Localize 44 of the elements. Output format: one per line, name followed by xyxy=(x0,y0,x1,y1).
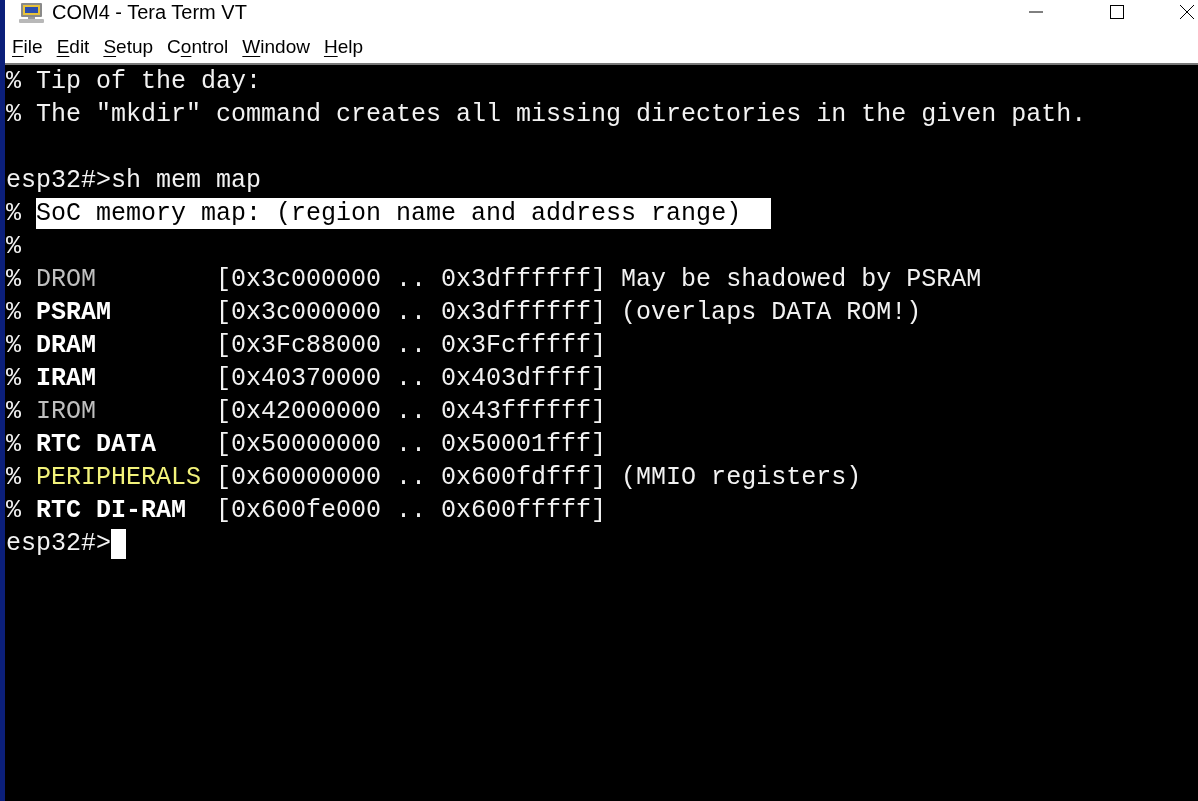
menu-item[interactable]: Window xyxy=(235,33,317,60)
region-name: RTC DATA xyxy=(36,429,157,461)
comment-marker: % xyxy=(6,462,21,494)
region-note: (overlaps DATA ROM!) xyxy=(621,297,922,329)
address-range: [0x42000000 .. 0x43ffffff] xyxy=(216,396,607,428)
terminal-line: % Tip of the day: xyxy=(6,66,262,98)
comment-marker: % xyxy=(6,198,21,230)
region-name: IROM xyxy=(36,396,97,428)
comment-marker: % xyxy=(6,264,21,296)
address-range: [0x60000000 .. 0x600fdfff] xyxy=(216,462,607,494)
region-name: DRAM xyxy=(36,330,97,362)
region-note: May be shadowed by PSRAM xyxy=(621,264,982,296)
region-name: IRAM xyxy=(36,363,97,395)
comment-marker: % xyxy=(6,297,21,329)
terminal-line: esp32#>sh mem map xyxy=(6,165,262,197)
window-title: COM4 - Tera Term VT xyxy=(52,0,247,24)
region-name: PSRAM xyxy=(36,297,112,329)
address-range: [0x50000000 .. 0x50001fff] xyxy=(216,429,607,461)
menu-item[interactable]: File xyxy=(5,33,50,60)
menu-item[interactable]: Setup xyxy=(96,33,161,60)
menu-item[interactable]: Help xyxy=(316,33,371,60)
comment-marker: % xyxy=(6,330,21,362)
comment-marker: % xyxy=(6,429,21,461)
menu-item[interactable]: Control xyxy=(160,33,236,60)
address-range: [0x3c000000 .. 0x3dffffff] xyxy=(216,264,607,296)
address-range: [0x3c000000 .. 0x3dffffff] xyxy=(216,297,607,329)
address-range: [0x600fe000 .. 0x600fffff] xyxy=(216,495,607,527)
region-name: DROM xyxy=(36,264,97,296)
comment-marker: % xyxy=(6,396,21,428)
maximize-icon xyxy=(1110,5,1124,19)
comment-marker: % xyxy=(6,495,21,527)
region-name: RTC DI-RAM xyxy=(36,495,187,527)
region-name: PERIPHERALS xyxy=(36,462,202,494)
close-icon xyxy=(1179,5,1194,19)
menu-item[interactable]: Edit xyxy=(49,33,97,60)
address-range: [0x40370000 .. 0x403dffff] xyxy=(216,363,607,395)
address-range: [0x3Fc88000 .. 0x3Fcfffff] xyxy=(216,330,607,362)
region-note: (MMIO registers) xyxy=(621,462,862,494)
shell-prompt: esp32#> xyxy=(6,528,112,560)
terminal-line: % The "mkdir" command creates all missing directories in the given path. xyxy=(6,99,1087,131)
highlighted-heading: SoC memory map: (region name and address range) xyxy=(36,198,772,229)
terminal-line: % xyxy=(6,231,21,263)
monitor-icon xyxy=(18,2,45,24)
comment-marker: % xyxy=(6,363,21,395)
